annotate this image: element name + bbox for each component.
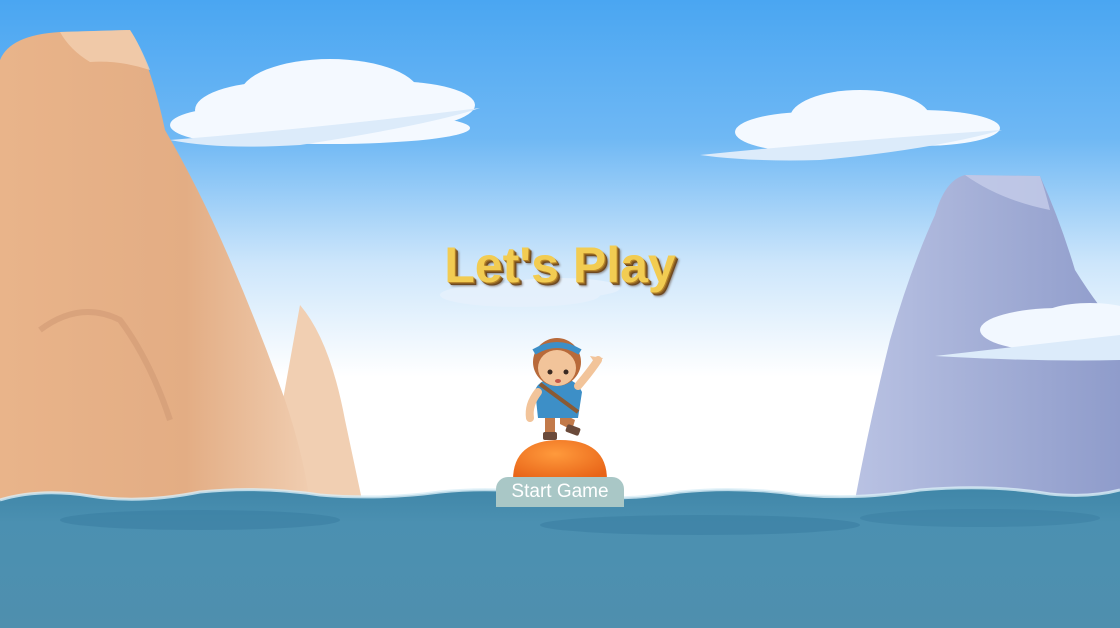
- start-game-button[interactable]: Start Game: [496, 477, 624, 507]
- sea: [0, 486, 1120, 628]
- game-title: Let's Play: [444, 237, 676, 293]
- game-scene: [0, 0, 1120, 628]
